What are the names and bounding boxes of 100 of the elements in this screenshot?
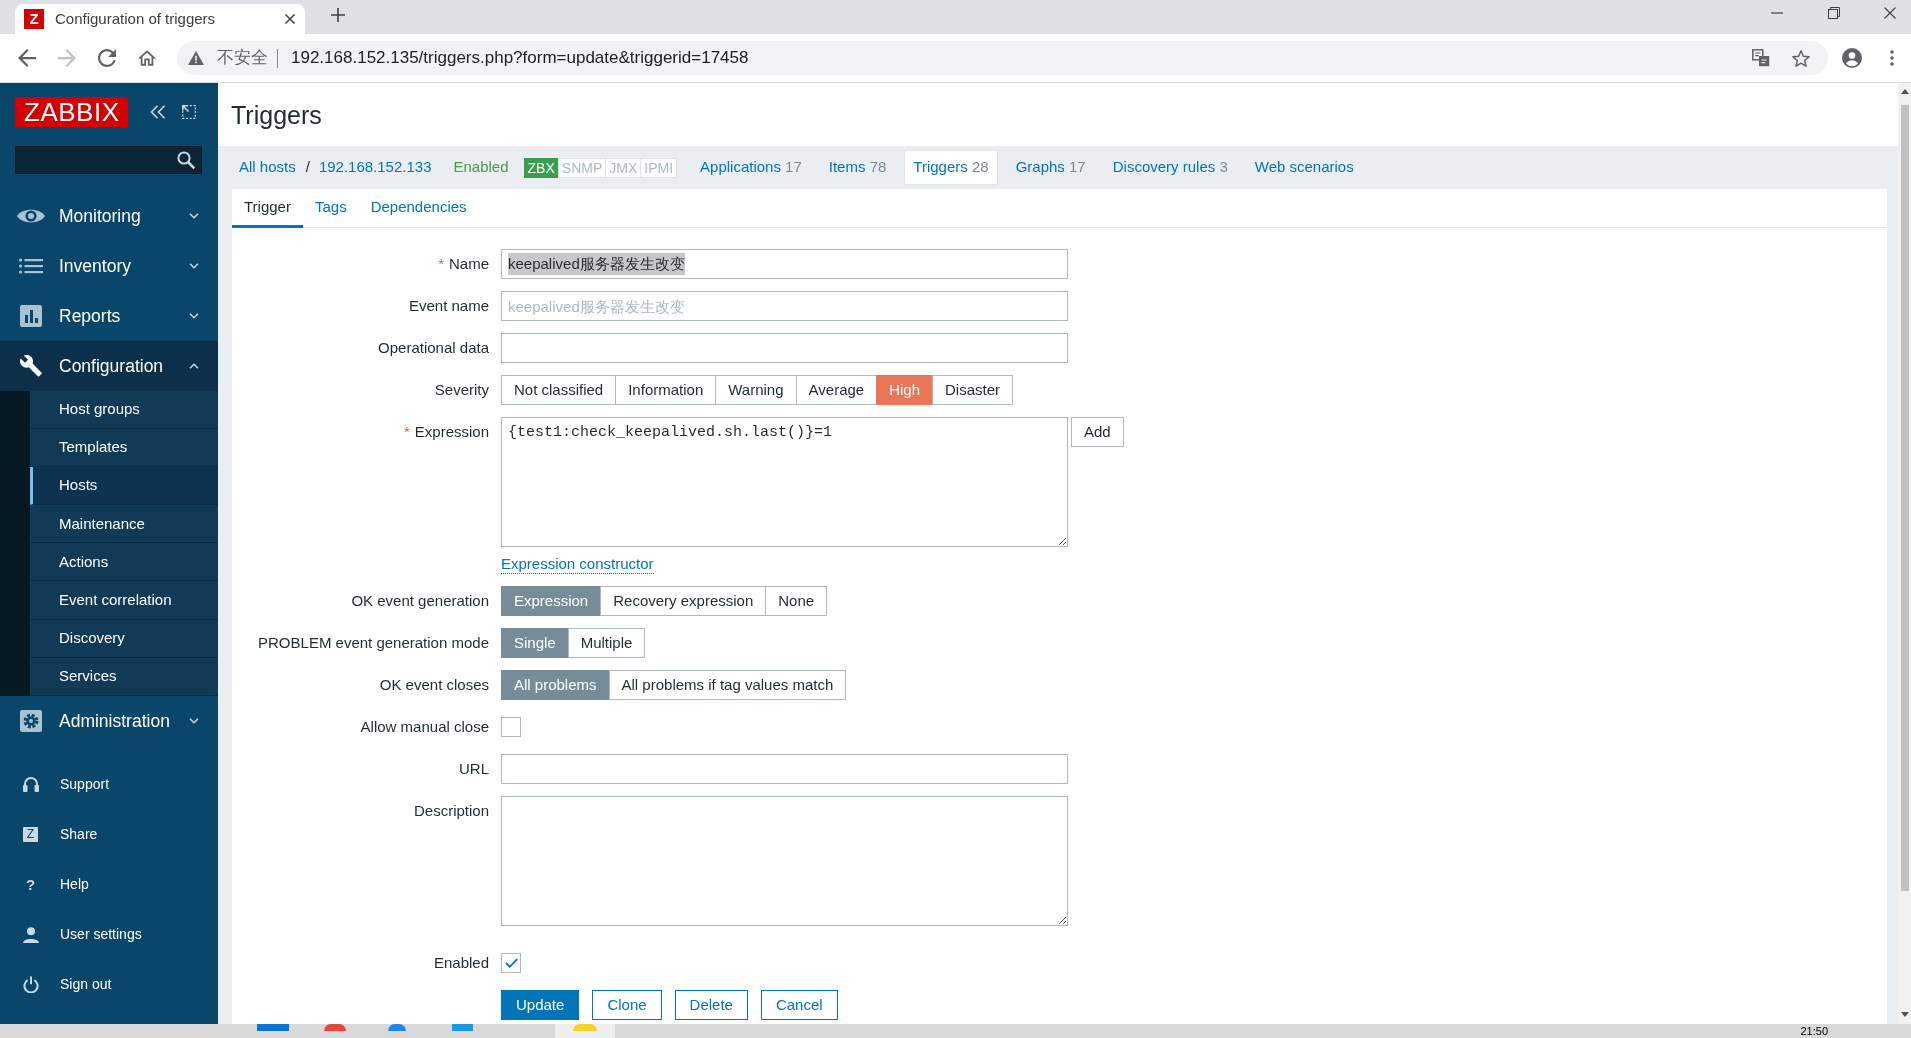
power-icon [22, 976, 39, 994]
toggle-option[interactable]: Multiple [567, 628, 646, 658]
availability-badge: IPMI [640, 157, 678, 178]
toggle-option[interactable]: Average [795, 375, 878, 405]
browser-tab[interactable]: Z Configuration of triggers [15, 4, 305, 34]
form-tab[interactable]: Trigger [232, 189, 303, 228]
input-field[interactable]: keepalived服务器发生改变 [501, 249, 1068, 279]
field-label: Allow manual close [360, 717, 489, 737]
checkmark-icon [504, 958, 518, 968]
scroll-up-icon[interactable] [1900, 89, 1909, 94]
checkbox[interactable] [501, 717, 521, 737]
toggle-option[interactable]: All problems if tag values match [608, 670, 847, 700]
menu-item[interactable]: Monitoring [0, 191, 218, 241]
home-icon[interactable] [138, 50, 156, 66]
menu-item[interactable]: Administration [0, 695, 218, 746]
host-nav-link[interactable]: Items 78 [819, 150, 896, 185]
primary-button[interactable]: Update [501, 990, 580, 1020]
field-label: Description [413, 801, 489, 821]
toggle-option[interactable]: Recovery expression [600, 586, 767, 616]
sidebar-link[interactable]: ? Help [0, 859, 218, 910]
field-label: URL [459, 759, 489, 779]
textarea-field[interactable]: {test1:check_keepalived.sh.last()}=1 [501, 417, 1068, 547]
toggle-option[interactable]: Not classified [501, 375, 617, 405]
gear-icon [19, 709, 42, 732]
toggle-option[interactable]: Disaster [932, 375, 1014, 405]
scroll-thumb[interactable] [1900, 105, 1909, 891]
outline-button[interactable]: Delete [674, 990, 748, 1020]
submenu-item[interactable]: Hosts [30, 467, 218, 506]
address-bar[interactable]: 不安全 192.168.152.135/triggers.php?form=update&triggerid=17458 [177, 41, 1828, 75]
field-label: Operational data [378, 338, 489, 358]
form-tab[interactable]: Tags [302, 189, 359, 228]
list-icon [18, 258, 43, 274]
sidebar-link[interactable]: Z Share [0, 809, 218, 860]
tab-title: Configuration of triggers [55, 8, 216, 29]
bar-chart-icon [19, 305, 42, 327]
host-nav-link[interactable]: Web scenarios [1245, 150, 1363, 185]
menu-item[interactable]: Inventory [0, 241, 218, 291]
menu-icon[interactable] [1890, 50, 1894, 66]
expression-constructor-link[interactable]: Expression constructor [501, 555, 654, 574]
app-icon [573, 1024, 597, 1031]
restore-icon[interactable] [1828, 7, 1840, 19]
form-tab[interactable]: Dependencies [358, 189, 479, 228]
sidebar-link[interactable]: Sign out [0, 959, 218, 1010]
sidebar-link[interactable]: User settings [0, 909, 218, 960]
menu-item[interactable]: Reports [0, 291, 218, 341]
submenu-item[interactable]: Services [30, 657, 218, 696]
account-icon[interactable] [1842, 48, 1862, 68]
app-icon[interactable] [324, 1024, 346, 1031]
scrollbar-track[interactable] [1898, 83, 1911, 1024]
field-label: Expression [414, 422, 489, 442]
app-icon[interactable] [388, 1024, 406, 1031]
window-close-icon[interactable] [1884, 7, 1896, 19]
input-field[interactable] [501, 754, 1068, 784]
headset-icon [22, 776, 39, 794]
submenu-item[interactable]: Maintenance [30, 505, 218, 544]
breadcrumb-link[interactable]: 192.168.152.133 [318, 156, 432, 179]
outline-button[interactable]: Cancel [760, 990, 838, 1020]
breadcrumb-link[interactable]: All hosts [239, 156, 296, 179]
logo[interactable]: ZABBIX [15, 97, 129, 127]
star-icon[interactable] [1792, 49, 1810, 67]
sidebar-link[interactable]: Support [0, 759, 218, 810]
submenu-item[interactable]: Templates [30, 429, 218, 468]
required-asterisk: * [403, 422, 410, 442]
toggle-option[interactable]: Warning [715, 375, 797, 405]
input-field[interactable]: keepalived服务器发生改变 [501, 291, 1068, 321]
taskbar-clock: 21:50 [1800, 1024, 1828, 1038]
field-label: OK event generation [351, 591, 489, 611]
host-nav-link[interactable]: Applications 17 [691, 150, 811, 185]
close-icon[interactable] [285, 14, 295, 24]
search-field[interactable] [15, 146, 202, 174]
availability-badge: ZBX [523, 157, 559, 178]
expand-icon[interactable] [182, 105, 197, 119]
new-tab-icon[interactable] [331, 8, 345, 22]
double-chevron-left-icon[interactable] [150, 105, 167, 119]
chevron-down-icon [189, 717, 199, 724]
add-button[interactable]: Add [1071, 417, 1124, 447]
host-nav-link[interactable]: Triggers 28 [904, 150, 998, 185]
active-app-tile[interactable] [555, 1024, 615, 1038]
translate-icon[interactable] [1752, 49, 1770, 67]
scroll-down-icon[interactable] [1900, 1012, 1909, 1017]
submenu-item[interactable]: Host groups [30, 391, 218, 430]
back-arrow-icon[interactable] [18, 49, 36, 67]
toggle-option[interactable]: Information [615, 375, 717, 405]
reload-icon[interactable] [98, 49, 116, 67]
textarea-field[interactable] [501, 796, 1068, 926]
menu-item[interactable]: Configuration [0, 341, 218, 391]
submenu-item[interactable]: Actions [30, 543, 218, 582]
host-nav-link[interactable]: Graphs 17 [1006, 150, 1095, 185]
checkbox[interactable] [501, 953, 521, 973]
toggle-option[interactable]: None [765, 586, 828, 616]
eye-icon [16, 207, 45, 225]
field-label: OK event closes [379, 675, 489, 695]
chevron-down-icon [189, 263, 199, 269]
input-field[interactable] [501, 333, 1068, 363]
submenu-item[interactable]: Discovery [30, 619, 218, 658]
outline-button[interactable]: Clone [592, 990, 662, 1020]
security-label: 不安全 [217, 47, 268, 70]
submenu-item[interactable]: Event correlation [30, 581, 218, 620]
host-nav-link[interactable]: Discovery rules 3 [1103, 150, 1237, 185]
search-icon[interactable] [177, 151, 195, 169]
